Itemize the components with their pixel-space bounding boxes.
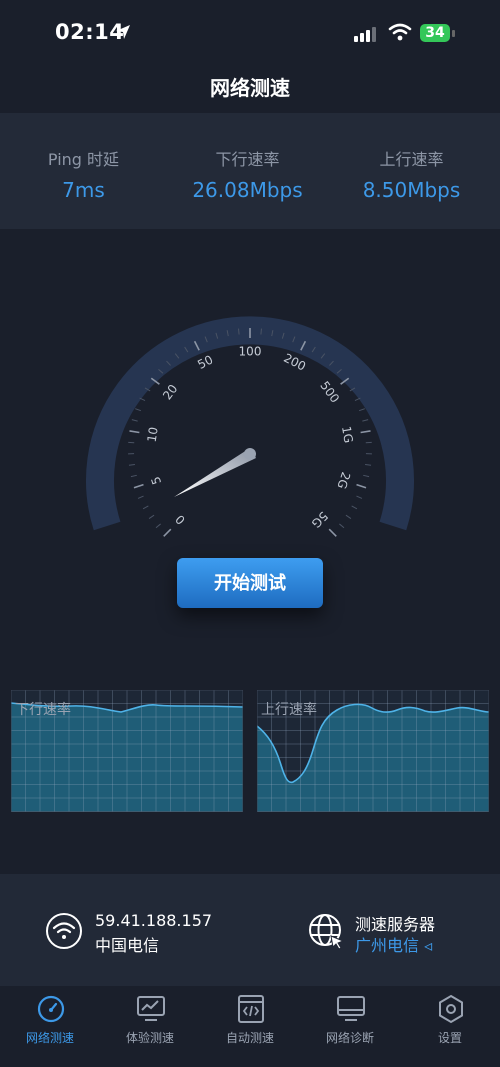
tab-settings[interactable]: 设置 <box>400 987 500 1067</box>
upload-value: 8.50Mbps <box>362 178 461 202</box>
gauge-tick <box>131 419 138 422</box>
gauge-tick-label: 50 <box>195 353 215 372</box>
gauge-tick-label: 10 <box>145 426 161 443</box>
gauge-tick <box>351 505 358 510</box>
gauge-tick <box>345 514 352 519</box>
page-title: 网络测速 <box>210 76 290 100</box>
download-label: 下行速率 <box>215 150 280 169</box>
gauge-tick-label: 2G <box>334 470 353 490</box>
gauge-tick-label: 5 <box>148 475 164 487</box>
download-stat: 下行速率 26.08Mbps <box>164 146 331 202</box>
tab-bar: 网络测速 体验测速 自动测速 网络诊断 设置 <box>0 987 500 1067</box>
gauge-tick-label: 0 <box>173 512 188 527</box>
gauge-tick <box>356 483 367 489</box>
battery-level: 34 <box>425 25 445 41</box>
upload-graph: 上行速率 <box>256 689 490 813</box>
tab-label: 体验测速 <box>125 1031 174 1045</box>
gauge-tick <box>238 328 240 335</box>
hexagon-gear-icon <box>439 994 463 1024</box>
gauge-tick <box>363 474 370 478</box>
gauge-tick <box>328 528 337 537</box>
ip-address: 59.41.188.157 <box>95 911 213 930</box>
gauge-needle <box>174 448 256 497</box>
gauge-tick <box>130 474 137 478</box>
upload-stat: 上行速率 8.50Mbps <box>328 146 495 202</box>
download-graph: 下行速率 <box>10 689 244 813</box>
tab-auto-test[interactable]: 自动测速 <box>200 987 300 1067</box>
gauge-tick <box>142 505 149 510</box>
gauge-tick-label: 1G <box>339 425 355 444</box>
gauge-tick-label: 20 <box>160 382 180 403</box>
ping-label: Ping 时延 <box>47 150 120 169</box>
speedometer-icon <box>37 995 65 1023</box>
wifi-icon <box>388 23 412 41</box>
gauge-tick <box>356 495 363 499</box>
battery-cap <box>452 30 455 37</box>
globe-icon <box>309 914 345 950</box>
gauge-tick <box>128 464 135 466</box>
gauge-tick <box>339 523 345 529</box>
upload-graph-label: 上行速率 <box>261 702 317 718</box>
wifi-circle-icon <box>46 913 82 949</box>
tab-label: 网络测速 <box>25 1031 74 1045</box>
speedometer-gauge: 05102050100 2005001G2G5G <box>86 316 414 537</box>
tab-label: 设置 <box>437 1031 462 1045</box>
code-file-icon <box>238 995 264 1023</box>
gauge-arc <box>86 316 414 531</box>
gauge-tick <box>365 464 372 466</box>
status-bar: 02:14 34 <box>0 0 500 64</box>
download-graph-label: 下行速率 <box>15 702 71 718</box>
gauge-tick <box>260 328 262 335</box>
location-arrow-icon <box>116 25 130 39</box>
gauge-tick-label: 5G <box>309 509 331 531</box>
cellular-signal-icon <box>354 27 376 42</box>
gauge-labels: 05102050100 2005001G2G5G <box>145 345 356 531</box>
battery-indicator: 34 <box>420 24 450 42</box>
isp-name: 中国电信 <box>95 936 160 955</box>
gauge-tick <box>148 514 155 519</box>
chart-monitor-icon <box>137 996 165 1021</box>
download-value: 26.08Mbps <box>192 178 303 202</box>
gauge-tick <box>129 430 140 434</box>
connection-info-panel: 59.41.188.157 中国电信 测速服务器 广州电信 ◃ <box>0 874 500 986</box>
gauge-tick <box>137 495 144 499</box>
gauge-tick-label: 500 <box>317 379 342 406</box>
gauge-tick-label: 100 <box>239 345 262 359</box>
start-test-button[interactable]: 开始测试 <box>177 558 323 608</box>
gauge-tick <box>362 419 369 422</box>
upload-label: 上行速率 <box>379 150 444 169</box>
stats-panel: Ping 时延 7ms 下行速率 26.08Mbps 上行速率 8.50Mbps <box>0 113 500 229</box>
server-name[interactable]: 广州电信 ◃ <box>355 932 432 956</box>
monitor-icon <box>337 996 365 1021</box>
gauge-tick <box>155 523 161 529</box>
ping-value: 7ms <box>62 178 105 202</box>
tab-label: 自动测速 <box>225 1031 274 1045</box>
tab-label: 网络诊断 <box>325 1031 374 1045</box>
tab-experience-test[interactable]: 体验测速 <box>100 987 200 1067</box>
gauge-tick <box>133 483 144 489</box>
gauge-tick <box>163 528 172 537</box>
gauge-tick <box>360 430 371 434</box>
ping-stat: Ping 时延 7ms <box>0 146 167 202</box>
gauge-tick <box>135 408 142 412</box>
tab-network-diagnosis[interactable]: 网络诊断 <box>300 987 400 1067</box>
tab-speed-test[interactable]: 网络测速 <box>0 987 100 1067</box>
gauge-needle-tip <box>244 448 256 460</box>
gauge-tick <box>358 408 365 412</box>
